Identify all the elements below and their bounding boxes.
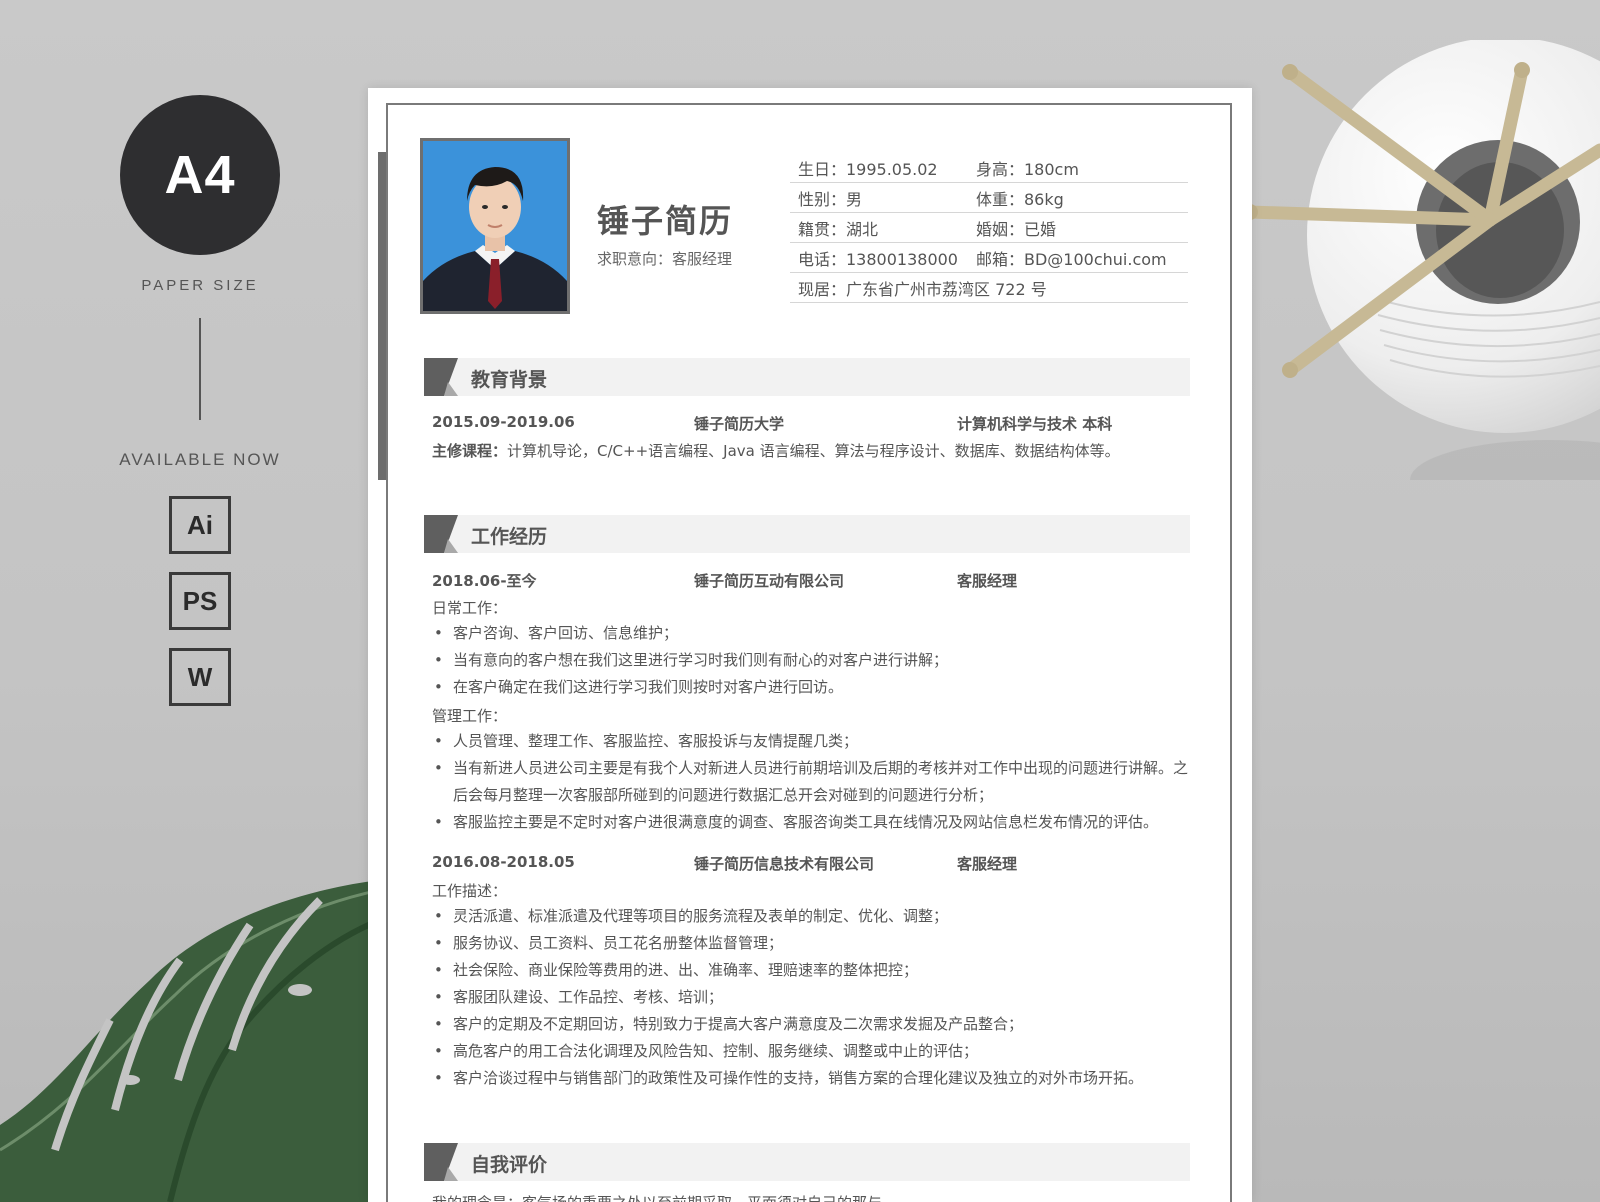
list-item: 客户洽谈过程中与销售部门的政策性及可操作性的支持，销售方案的合理化建议及独立的对… xyxy=(432,1065,1192,1092)
available-now-label: AVAILABLE NOW xyxy=(119,450,281,469)
section-title: 自我评价 xyxy=(471,1154,548,1176)
daily-work-list: 客户咨询、客户回访、信息维护； 当有意向的客户想在我们这里进行学习时我们则有耐心… xyxy=(432,620,1192,701)
job-row: 2016.08-2018.05 锤子简历信息技术有限公司 客服经理 xyxy=(432,853,1192,874)
section-flag-icon xyxy=(424,358,458,396)
list-item: 灵活派遣、标准派遣及代理等项目的服务流程及表单的制定、优化、调整； xyxy=(432,903,1192,930)
info-row: 现居：广东省广州市荔湾区 722 号 xyxy=(790,273,1188,303)
format-ai-badge: Ai xyxy=(169,496,231,554)
info-weight: 体重：86kg xyxy=(976,189,1064,209)
job-intent-value: 客服经理 xyxy=(672,250,733,268)
list-item: 当有意向的客户想在我们这里进行学习时我们则有耐心的对客户进行讲解； xyxy=(432,647,1192,674)
info-height: 身高：180cm xyxy=(976,159,1079,179)
section-title: 教育背景 xyxy=(471,369,548,391)
job-period: 2016.08-2018.05 xyxy=(432,853,575,871)
info-row: 籍贯：湖北 婚姻：已婚 xyxy=(790,213,1188,243)
job-desc-list: 灵活派遣、标准派遣及代理等项目的服务流程及表单的制定、优化、调整； 服务协议、员… xyxy=(432,903,1192,1092)
list-item: 在客户确定在我们这进行学习我们则按时对客户进行回访。 xyxy=(432,674,1192,701)
list-item: 客户咨询、客户回访、信息维护； xyxy=(432,620,1192,647)
a4-badge: A4 xyxy=(120,95,280,255)
info-gender: 性别：男 xyxy=(798,189,863,209)
education-row: 2015.09-2019.06 锤子简历大学 计算机科学与技术 本科 xyxy=(432,413,1192,434)
info-marital: 婚姻：已婚 xyxy=(976,219,1057,239)
job-intent-label: 求职意向： xyxy=(597,250,673,268)
self-eval-text: 我的理念是：客气场的重要之处以至前期采取，平面须对自己的那与… xyxy=(432,1194,1192,1202)
section-self-eval-header: 自我评价 xyxy=(424,1143,1190,1181)
info-row: 生日：1995.05.02 身高：180cm xyxy=(790,153,1188,183)
monstera-leaf-decoration xyxy=(0,880,380,1202)
section-education-header: 教育背景 xyxy=(424,358,1190,396)
personal-info-grid: 生日：1995.05.02 身高：180cm 性别：男 体重：86kg 籍贯：湖… xyxy=(790,153,1188,303)
education-school: 锤子简历大学 xyxy=(694,415,785,433)
manage-work-label: 管理工作： xyxy=(432,707,508,725)
vase-decoration xyxy=(1250,40,1600,480)
info-address: 现居：广东省广州市荔湾区 722 号 xyxy=(798,279,1047,299)
promo-column: A4 PAPER SIZE AVAILABLE NOW Ai PS W xyxy=(100,95,300,706)
list-item: 社会保险、商业保险等费用的进、出、准确率、理赔速率的整体把控； xyxy=(432,957,1192,984)
info-email: 邮箱：BD@100chui.com xyxy=(976,249,1167,269)
list-item: 人员管理、整理工作、客服监控、客服投诉与友情提醒几类； xyxy=(432,728,1192,755)
section-work-header: 工作经历 xyxy=(424,515,1190,553)
paper-size-label: PAPER SIZE xyxy=(141,277,259,294)
profile-photo xyxy=(420,138,570,314)
divider-line xyxy=(199,318,201,420)
info-hometown: 籍贯：湖北 xyxy=(798,219,879,239)
list-item: 当有新进人员进公司主要是有我个人对新进人员进行前期培训及后期的考核并对工作中出现… xyxy=(432,755,1192,809)
job-desc-label: 工作描述： xyxy=(432,882,508,900)
job-intent: 求职意向：客服经理 xyxy=(597,248,732,269)
section-flag-icon xyxy=(424,515,458,553)
daily-work-label: 日常工作： xyxy=(432,599,508,617)
job-company: 锤子简历信息技术有限公司 xyxy=(694,855,875,873)
format-word-badge: W xyxy=(169,648,231,706)
job-company: 锤子简历互动有限公司 xyxy=(694,572,845,590)
education-major: 计算机科学与技术 本科 xyxy=(957,415,1113,433)
job-role: 客服经理 xyxy=(957,855,1018,873)
avatar-portrait-icon xyxy=(423,141,567,311)
education-courses: 主修课程：计算机导论，C/C++语言编程、Java 语言编程、算法与程序设计、数… xyxy=(432,440,1120,461)
job-row: 2018.06-至今 锤子简历互动有限公司 客服经理 xyxy=(432,570,1192,591)
list-item: 客户的定期及不定期回访，特别致力于提高大客户满意度及二次需求发掘及产品整合； xyxy=(432,1011,1192,1038)
info-row: 性别：男 体重：86kg xyxy=(790,183,1188,213)
job-role: 客服经理 xyxy=(957,572,1018,590)
resume-name: 锤子简历 xyxy=(597,202,734,240)
list-item: 客服监控主要是不定时对客户进很满意度的调查、客服咨询类工具在线情况及网站信息栏发… xyxy=(432,809,1192,836)
list-item: 客服团队建设、工作品控、考核、培训； xyxy=(432,984,1192,1011)
section-title: 工作经历 xyxy=(471,526,548,548)
courses-label: 主修课程： xyxy=(432,442,508,460)
format-ps-badge: PS xyxy=(169,572,231,630)
section-flag-icon xyxy=(424,1143,458,1181)
list-item: 高危客户的用工合法化调理及风险告知、控制、服务继续、调整或中止的评估； xyxy=(432,1038,1192,1065)
sheet-side-accent xyxy=(378,152,386,480)
info-phone: 电话：13800138000 xyxy=(798,249,958,269)
job-period: 2018.06-至今 xyxy=(432,572,537,590)
courses-text: 计算机导论，C/C++语言编程、Java 语言编程、算法与程序设计、数据库、数据… xyxy=(507,442,1120,460)
manage-work-list: 人员管理、整理工作、客服监控、客服投诉与友情提醒几类； 当有新进人员进公司主要是… xyxy=(432,728,1192,836)
info-birthday: 生日：1995.05.02 xyxy=(798,159,938,179)
list-item: 服务协议、员工资料、员工花名册整体监督管理； xyxy=(432,930,1192,957)
info-row: 电话：13800138000 邮箱：BD@100chui.com xyxy=(790,243,1188,273)
education-period: 2015.09-2019.06 xyxy=(432,413,575,431)
